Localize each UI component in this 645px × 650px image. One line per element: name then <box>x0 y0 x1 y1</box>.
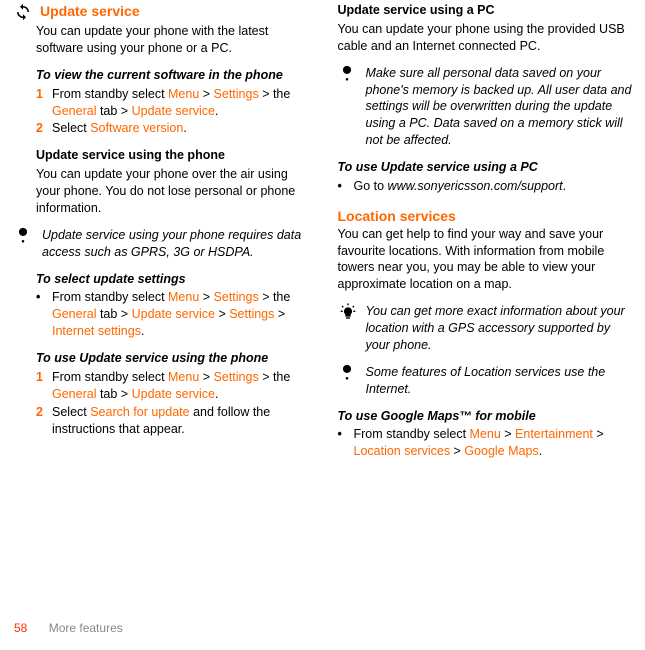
step-number: 1 <box>36 86 46 120</box>
page-footer: 58 More features <box>14 620 123 636</box>
list-item: • Go to www.sonyericsson.com/support. <box>338 178 636 195</box>
list-item: 1 From standby select Menu > Settings > … <box>36 369 312 403</box>
use-update-pc-heading: To use Update service using a PC <box>338 159 636 176</box>
use-update-phone-steps: 1 From standby select Menu > Settings > … <box>36 369 312 438</box>
support-url: www.sonyericsson.com/support <box>388 179 563 193</box>
update-using-phone-heading: Update service using the phone <box>36 147 312 164</box>
step-text: Select Software version. <box>52 120 187 137</box>
bullet-icon: • <box>338 178 346 195</box>
settings-label: Settings <box>214 87 259 101</box>
list-item: 1 From standby select Menu > Settings > … <box>36 86 312 120</box>
use-update-phone-heading: To use Update service using the phone <box>36 350 312 367</box>
page-body: Update service You can update your phone… <box>0 0 645 468</box>
location-services-label: Location services <box>354 444 451 458</box>
general-tab-label: General <box>52 104 96 118</box>
software-version-label: Software version <box>90 121 183 135</box>
note-text: Update service using your phone requires… <box>42 227 312 261</box>
list-item: • From standby select Menu > Settings > … <box>36 289 312 340</box>
important-icon <box>340 364 358 382</box>
update-service-heading: Update service <box>40 2 140 21</box>
list-item: 2 Select Search for update and follow th… <box>36 404 312 438</box>
view-current-software-heading: To view the current software in the phon… <box>36 67 312 84</box>
step-text: From standby select Menu > Settings > th… <box>52 86 312 120</box>
use-google-maps-heading: To use Google Maps™ for mobile <box>338 408 636 425</box>
update-using-phone-body: You can update your phone over the air u… <box>36 166 312 217</box>
note-data-access: Update service using your phone requires… <box>14 227 312 261</box>
select-update-settings-steps: • From standby select Menu > Settings > … <box>36 289 312 340</box>
step-number: 2 <box>36 120 46 137</box>
right-column: Update service using a PC You can update… <box>334 2 636 468</box>
menu-label: Menu <box>168 87 199 101</box>
bullet-icon: • <box>338 426 346 460</box>
note-text: Make sure all personal data saved on you… <box>366 65 636 149</box>
step-text: From standby select Menu > Entertainment… <box>354 426 636 460</box>
note-text: Some features of Location services use t… <box>366 364 636 398</box>
location-services-heading: Location services <box>338 207 636 226</box>
note-internet: Some features of Location services use t… <box>338 364 636 398</box>
sync-icon <box>14 3 34 21</box>
view-current-software-steps: 1 From standby select Menu > Settings > … <box>36 86 312 138</box>
bullet-icon: • <box>36 289 44 340</box>
use-update-pc-steps: • Go to www.sonyericsson.com/support. <box>338 178 636 195</box>
tip-icon <box>340 303 358 321</box>
step-text: Go to www.sonyericsson.com/support. <box>354 178 567 195</box>
left-column: Update service You can update your phone… <box>14 2 316 468</box>
important-icon <box>16 227 34 245</box>
google-maps-label: Google Maps <box>464 444 538 458</box>
note-backup: Make sure all personal data saved on you… <box>338 65 636 149</box>
list-item: • From standby select Menu > Entertainme… <box>338 426 636 460</box>
list-item: 2 Select Software version. <box>36 120 312 137</box>
step-text: From standby select Menu > Settings > th… <box>52 369 312 403</box>
tip-gps: You can get more exact information about… <box>338 303 636 354</box>
select-update-settings-heading: To select update settings <box>36 271 312 288</box>
update-service-label: Update service <box>132 104 215 118</box>
page-number: 58 <box>14 621 27 635</box>
tip-text: You can get more exact information about… <box>366 303 636 354</box>
step-text: From standby select Menu > Settings > th… <box>52 289 312 340</box>
update-using-pc-body: You can update your phone using the prov… <box>338 21 636 55</box>
important-icon <box>340 65 358 83</box>
step-number: 2 <box>36 404 46 438</box>
update-using-pc-heading: Update service using a PC <box>338 2 636 19</box>
entertainment-label: Entertainment <box>515 427 593 441</box>
search-for-update-label: Search for update <box>90 405 189 419</box>
update-service-intro: You can update your phone with the lates… <box>36 23 312 57</box>
chapter-title: More features <box>49 621 123 635</box>
location-services-body: You can get help to find your way and sa… <box>338 226 636 294</box>
step-text: Select Search for update and follow the … <box>52 404 312 438</box>
step-number: 1 <box>36 369 46 403</box>
update-service-heading-row: Update service <box>14 2 312 21</box>
use-google-maps-steps: • From standby select Menu > Entertainme… <box>338 426 636 460</box>
